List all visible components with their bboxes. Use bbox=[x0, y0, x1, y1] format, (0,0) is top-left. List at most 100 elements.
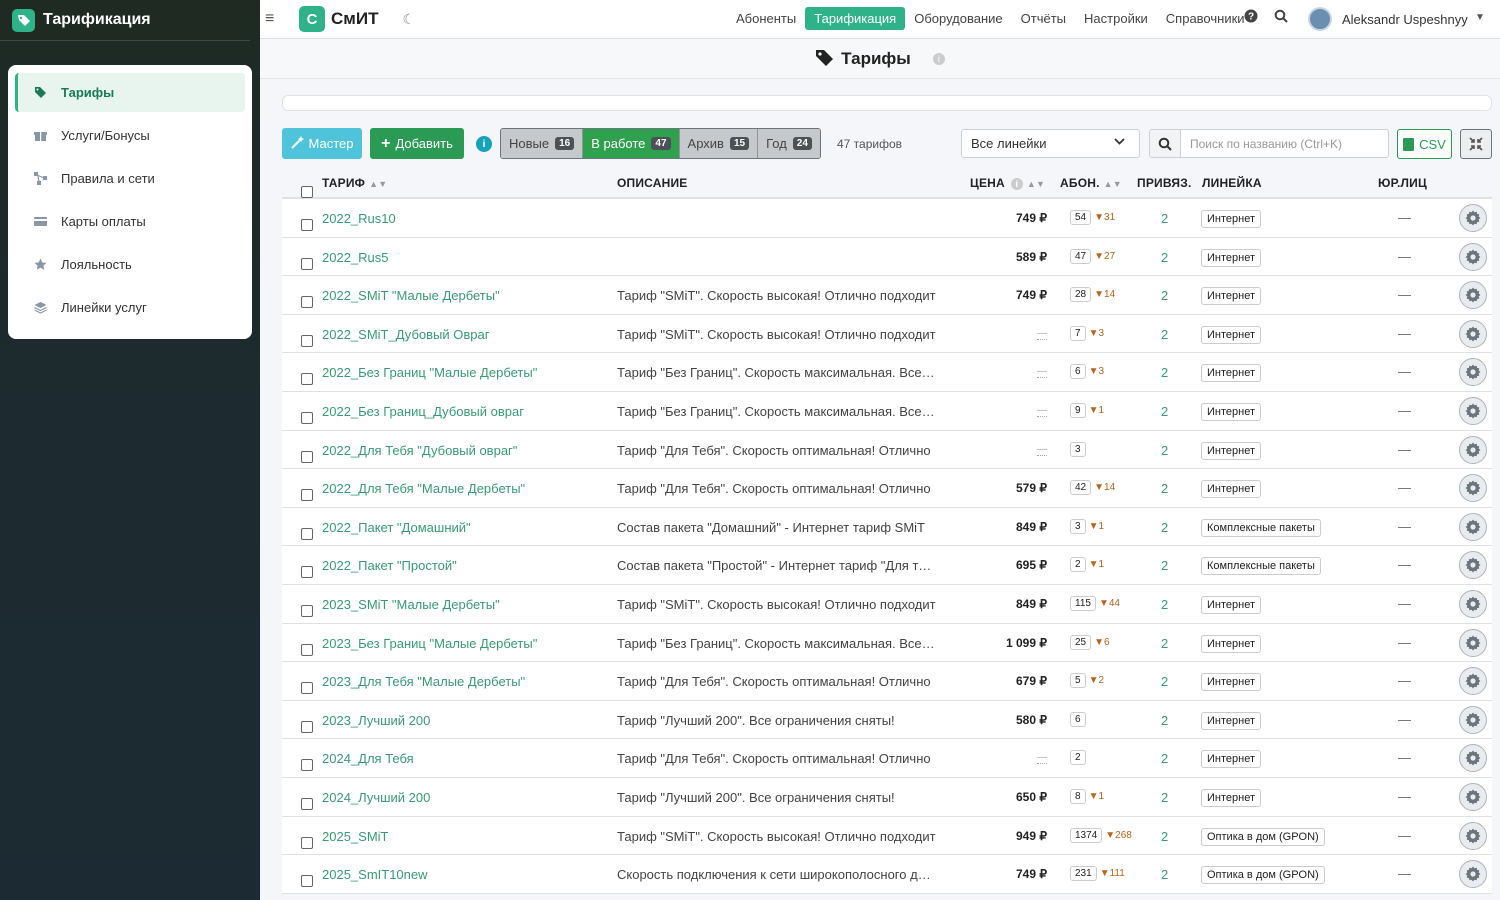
tariff-name-link[interactable]: 2022_Без Границ_Дубовый овраг bbox=[322, 404, 524, 419]
help-icon[interactable]: ? bbox=[1244, 9, 1258, 26]
tariff-name-link[interactable]: 2022_Rus10 bbox=[322, 211, 396, 226]
row-checkbox[interactable] bbox=[301, 411, 313, 424]
row-checkbox[interactable] bbox=[301, 334, 313, 347]
nav-link-1[interactable]: Тарификация bbox=[805, 7, 906, 30]
bindings-link[interactable]: 2 bbox=[1161, 211, 1168, 226]
row-checkbox[interactable] bbox=[301, 527, 313, 540]
dark-mode-icon[interactable]: ☾ bbox=[402, 11, 415, 28]
nav-link-2[interactable]: Оборудование bbox=[905, 7, 1011, 30]
bindings-link[interactable]: 2 bbox=[1161, 250, 1168, 265]
nav-link-0[interactable]: Абоненты bbox=[727, 7, 805, 30]
row-checkbox[interactable] bbox=[301, 257, 313, 270]
col-price-header[interactable]: ЦЕНА i ▲▼ bbox=[970, 176, 1045, 190]
search-icon[interactable] bbox=[1274, 9, 1288, 26]
row-checkbox[interactable] bbox=[301, 296, 313, 309]
sidebar-item-4[interactable]: Лояльность bbox=[15, 245, 245, 284]
gear-icon[interactable] bbox=[1459, 319, 1487, 348]
tariff-name-link[interactable]: 2022_Для Тебя "Малые Дербеты" bbox=[322, 481, 525, 496]
tariff-name-link[interactable]: 2023_SMiT "Малые Дербеты" bbox=[322, 597, 500, 612]
row-checkbox[interactable] bbox=[301, 489, 313, 502]
tariff-name-link[interactable]: 2025_SmIT10new bbox=[322, 867, 428, 882]
gear-icon[interactable] bbox=[1459, 281, 1487, 310]
row-checkbox[interactable] bbox=[301, 219, 313, 231]
bindings-link[interactable]: 2 bbox=[1161, 288, 1168, 303]
gear-icon[interactable] bbox=[1459, 705, 1487, 734]
bindings-link[interactable]: 2 bbox=[1161, 558, 1168, 573]
bindings-link[interactable]: 2 bbox=[1161, 365, 1168, 380]
row-checkbox[interactable] bbox=[301, 450, 313, 463]
gear-icon[interactable] bbox=[1459, 589, 1487, 618]
compress-button[interactable] bbox=[1460, 129, 1492, 159]
tariff-name-link[interactable]: 2023_Лучший 200 bbox=[322, 713, 430, 728]
bindings-link[interactable]: 2 bbox=[1161, 751, 1168, 766]
filter-panel[interactable] bbox=[282, 95, 1492, 111]
bindings-link[interactable]: 2 bbox=[1161, 713, 1168, 728]
sidebar-item-1[interactable]: Услуги/Бонусы bbox=[15, 116, 245, 155]
nav-link-3[interactable]: Отчёты bbox=[1012, 7, 1075, 30]
csv-button[interactable]: CSV bbox=[1397, 129, 1452, 159]
row-checkbox[interactable] bbox=[301, 373, 313, 386]
bindings-link[interactable]: 2 bbox=[1161, 520, 1168, 535]
status-tab-2[interactable]: Архив 15 bbox=[679, 129, 759, 158]
tariff-name-link[interactable]: 2022_Без Границ "Малые Дербеты" bbox=[322, 365, 537, 380]
row-checkbox[interactable] bbox=[301, 643, 313, 656]
gear-icon[interactable] bbox=[1459, 242, 1487, 271]
gear-icon[interactable] bbox=[1459, 782, 1487, 811]
bindings-link[interactable]: 2 bbox=[1161, 829, 1168, 844]
nav-link-4[interactable]: Настройки bbox=[1075, 7, 1157, 30]
gear-icon[interactable] bbox=[1459, 435, 1487, 464]
row-checkbox[interactable] bbox=[301, 797, 313, 810]
status-tab-3[interactable]: Год 24 bbox=[758, 129, 820, 158]
sidebar-item-0[interactable]: Тарифы bbox=[15, 73, 245, 112]
gear-icon[interactable] bbox=[1459, 667, 1487, 696]
row-checkbox[interactable] bbox=[301, 682, 313, 695]
col-name-header[interactable]: ТАРИФ ▲▼ bbox=[322, 176, 387, 190]
select-all-checkbox[interactable] bbox=[301, 186, 313, 198]
gear-icon[interactable] bbox=[1459, 204, 1487, 232]
search-button[interactable] bbox=[1149, 129, 1181, 158]
tariff-name-link[interactable]: 2022_Для Тебя "Дубовый овраг" bbox=[322, 443, 517, 458]
status-tab-1[interactable]: В работе 47 bbox=[583, 129, 680, 158]
price-info-icon[interactable]: i bbox=[1010, 178, 1023, 190]
bindings-link[interactable]: 2 bbox=[1161, 481, 1168, 496]
bindings-link[interactable]: 2 bbox=[1161, 790, 1168, 805]
bindings-link[interactable]: 2 bbox=[1161, 327, 1168, 342]
user-menu[interactable]: Aleksandr Uspeshnyy bbox=[1308, 7, 1468, 31]
row-checkbox[interactable] bbox=[301, 720, 313, 733]
user-caret-icon[interactable]: ▼ bbox=[1475, 12, 1485, 23]
info-icon[interactable]: i bbox=[476, 136, 492, 152]
nav-link-5[interactable]: Справочники bbox=[1157, 7, 1254, 30]
tariff-name-link[interactable]: 2025_SMiT bbox=[322, 829, 388, 844]
master-button[interactable]: Мастер bbox=[282, 128, 362, 159]
gear-icon[interactable] bbox=[1459, 628, 1487, 657]
tariff-name-link[interactable]: 2022_SMiT_Дубовый Овраг bbox=[322, 327, 489, 342]
row-checkbox[interactable] bbox=[301, 759, 313, 772]
sort-icon[interactable]: ▲▼ bbox=[1027, 179, 1045, 189]
bindings-link[interactable]: 2 bbox=[1161, 636, 1168, 651]
bindings-link[interactable]: 2 bbox=[1161, 867, 1168, 882]
page-info-icon[interactable]: i bbox=[932, 52, 945, 65]
add-button[interactable]: + Добавить bbox=[370, 128, 464, 159]
bindings-link[interactable]: 2 bbox=[1161, 404, 1168, 419]
tariff-name-link[interactable]: 2024_Лучший 200 bbox=[322, 790, 430, 805]
sidebar-item-2[interactable]: Правила и сети bbox=[15, 159, 245, 198]
tariff-name-link[interactable]: 2022_SMiT "Малые Дербеты" bbox=[322, 288, 500, 303]
logo-icon[interactable]: С bbox=[299, 6, 325, 32]
col-subs-header[interactable]: АБОН. ▲▼ bbox=[1060, 176, 1122, 190]
sidebar-item-3[interactable]: Карты оплаты bbox=[15, 202, 245, 241]
tariff-name-link[interactable]: 2024_Для Тебя bbox=[322, 751, 414, 766]
gear-icon[interactable] bbox=[1459, 512, 1487, 541]
tariff-name-link[interactable]: 2023_Для Тебя "Малые Дербеты" bbox=[322, 674, 525, 689]
row-checkbox[interactable] bbox=[301, 566, 313, 579]
menu-toggle-icon[interactable]: ≡ bbox=[265, 10, 279, 28]
tariff-name-link[interactable]: 2022_Пакет "Домашний" bbox=[322, 520, 471, 535]
sort-icon[interactable]: ▲▼ bbox=[369, 179, 387, 189]
tariff-name-link[interactable]: 2023_Без Границ "Малые Дербеты" bbox=[322, 636, 537, 651]
row-checkbox[interactable] bbox=[301, 604, 313, 617]
bindings-link[interactable]: 2 bbox=[1161, 443, 1168, 458]
sort-icon[interactable]: ▲▼ bbox=[1104, 179, 1122, 189]
gear-icon[interactable] bbox=[1459, 744, 1487, 773]
gear-icon[interactable] bbox=[1459, 396, 1487, 425]
gear-icon[interactable] bbox=[1459, 551, 1487, 580]
gear-icon[interactable] bbox=[1459, 860, 1487, 889]
